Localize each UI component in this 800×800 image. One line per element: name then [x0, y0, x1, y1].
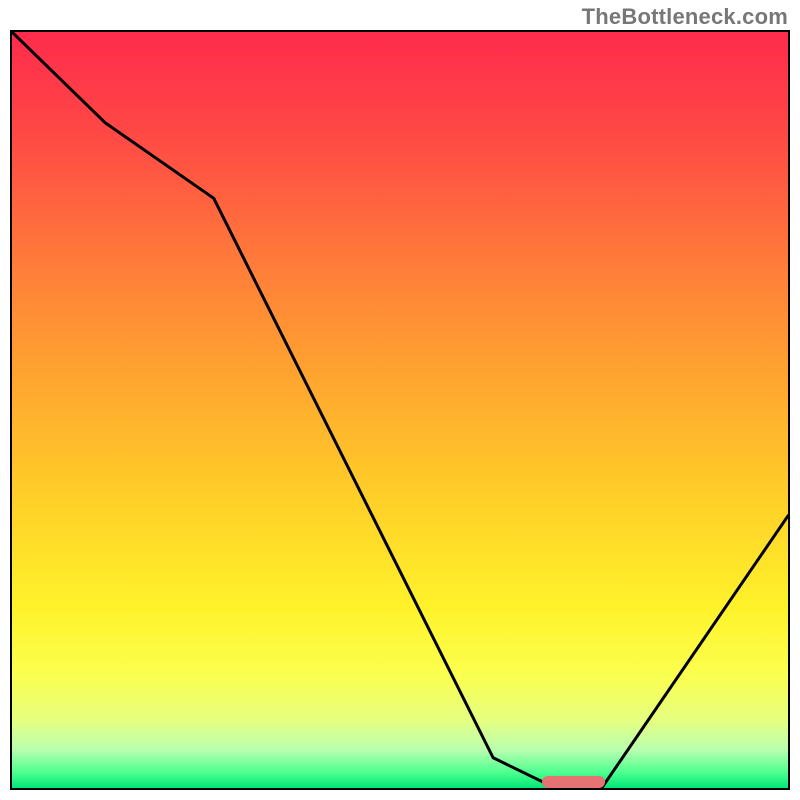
chart-container: TheBottleneck.com: [0, 0, 800, 800]
bottleneck-curve-path: [12, 32, 788, 788]
watermark-text: TheBottleneck.com: [582, 4, 788, 30]
curve-svg: [12, 32, 788, 788]
plot-area: [10, 30, 790, 790]
optimal-marker: [542, 776, 604, 788]
